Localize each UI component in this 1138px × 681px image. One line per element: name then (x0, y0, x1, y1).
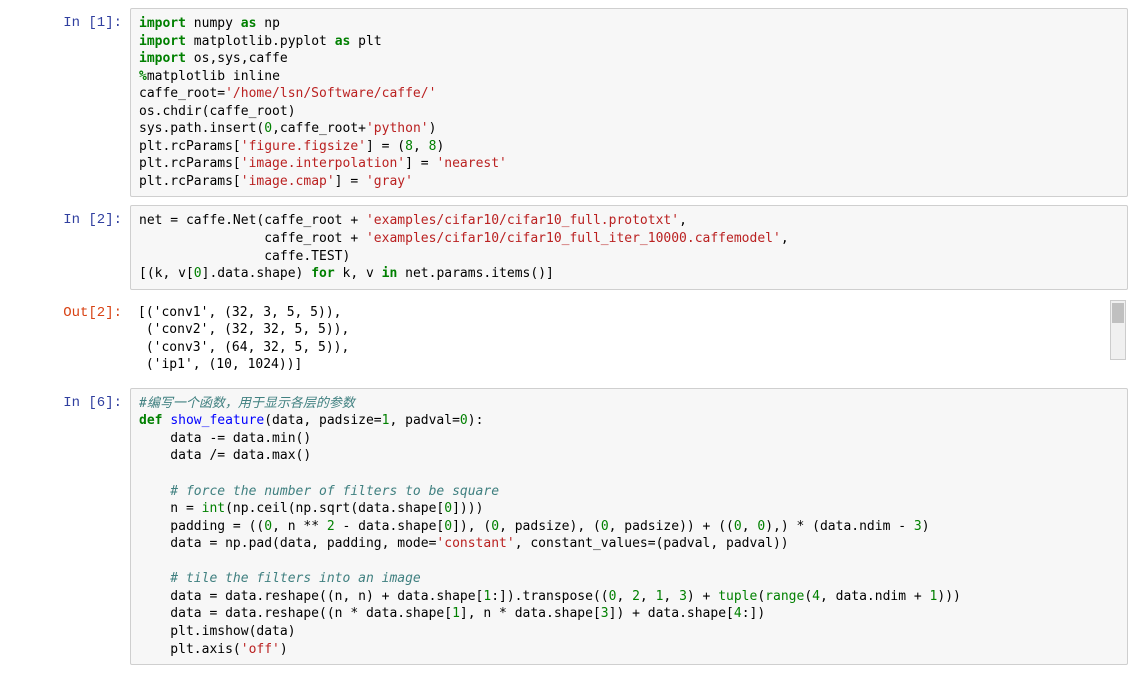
code-cell: In [6]: #编写一个函数，用于显示各层的参数 def show_featu… (10, 388, 1128, 665)
code-input-area[interactable]: net = caffe.Net(caffe_root + 'examples/c… (130, 205, 1128, 289)
code-cell: In [2]: net = caffe.Net(caffe_root + 'ex… (10, 205, 1128, 289)
code-block[interactable]: #编写一个函数，用于显示各层的参数 def show_feature(data,… (139, 395, 1119, 658)
output-cell: Out[2]: [('conv1', (32, 3, 5, 5)), ('con… (10, 298, 1128, 380)
output-prompt: Out[2]: (10, 298, 130, 380)
output-area: [('conv1', (32, 3, 5, 5)), ('conv2', (32… (130, 298, 1128, 380)
scrollbar-thumb[interactable] (1112, 303, 1124, 323)
code-cell: In [1]: import numpy as np import matplo… (10, 8, 1128, 197)
input-prompt: In [2]: (10, 205, 130, 289)
output-text: [('conv1', (32, 3, 5, 5)), ('conv2', (32… (138, 304, 1120, 374)
code-input-area[interactable]: import numpy as np import matplotlib.pyp… (130, 8, 1128, 197)
cell-content: [('conv1', (32, 3, 5, 5)), ('conv2', (32… (130, 298, 1128, 380)
cell-content: net = caffe.Net(caffe_root + 'examples/c… (130, 205, 1128, 289)
input-prompt: In [6]: (10, 388, 130, 665)
output-scrollbar[interactable] (1110, 300, 1126, 360)
cell-content: #编写一个函数，用于显示各层的参数 def show_feature(data,… (130, 388, 1128, 665)
cell-content: import numpy as np import matplotlib.pyp… (130, 8, 1128, 197)
input-prompt: In [1]: (10, 8, 130, 197)
jupyter-notebook: In [1]: import numpy as np import matplo… (0, 0, 1138, 681)
code-input-area[interactable]: #编写一个函数，用于显示各层的参数 def show_feature(data,… (130, 388, 1128, 665)
code-block[interactable]: import numpy as np import matplotlib.pyp… (139, 15, 1119, 190)
code-block[interactable]: net = caffe.Net(caffe_root + 'examples/c… (139, 212, 1119, 282)
